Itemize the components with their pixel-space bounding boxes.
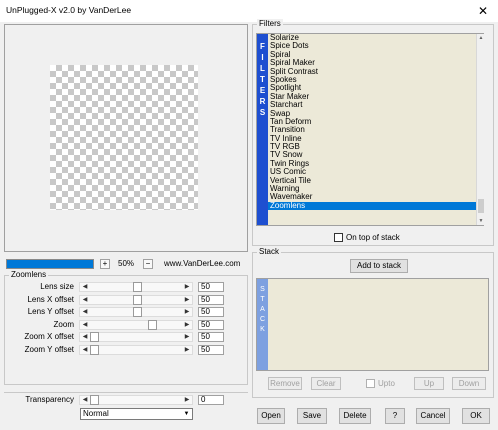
ok-button[interactable]: OK bbox=[462, 408, 490, 424]
filter-list-item[interactable]: Starchart bbox=[268, 100, 476, 109]
stack-side-label: STACK bbox=[257, 279, 268, 370]
clear-button[interactable]: Clear bbox=[311, 377, 341, 390]
param-value[interactable]: 50 bbox=[198, 345, 224, 355]
slider-left-icon[interactable]: ◀ bbox=[80, 396, 90, 404]
param-value[interactable]: 50 bbox=[198, 294, 224, 305]
param-slider[interactable]: ◀ ▶ bbox=[79, 294, 193, 305]
slider-thumb[interactable] bbox=[90, 345, 99, 355]
on-top-label: On top of stack bbox=[346, 233, 400, 242]
divider bbox=[4, 392, 248, 393]
slider-thumb[interactable] bbox=[90, 332, 99, 343]
filter-list-item[interactable]: Spice Dots bbox=[268, 41, 476, 50]
param-label: Zoom Y offset bbox=[24, 345, 74, 354]
delete-button[interactable]: Delete bbox=[339, 408, 371, 424]
slider-left-icon[interactable]: ◀ bbox=[80, 296, 90, 304]
zoom-in-button[interactable]: + bbox=[100, 259, 110, 269]
filters-side-letter: I bbox=[261, 53, 264, 62]
zoom-out-button[interactable]: − bbox=[143, 259, 153, 269]
transparency-label: Transparency bbox=[25, 395, 74, 404]
stack-side-letter: T bbox=[260, 296, 265, 303]
upto-checkbox[interactable] bbox=[366, 379, 375, 388]
filter-list-item[interactable]: Zoomlens bbox=[268, 201, 476, 211]
param-label: Lens X offset bbox=[27, 294, 74, 304]
filters-side-letter: E bbox=[259, 86, 266, 95]
slider-left-icon[interactable]: ◀ bbox=[80, 321, 90, 329]
slider-right-icon[interactable]: ▶ bbox=[182, 283, 192, 291]
filters-side-letter: R bbox=[259, 97, 266, 106]
slider-thumb[interactable] bbox=[132, 307, 142, 318]
slider-right-icon[interactable]: ▶ bbox=[182, 296, 192, 304]
slider-left-icon[interactable]: ◀ bbox=[80, 283, 90, 291]
filters-group-label: Filters bbox=[257, 19, 283, 29]
filter-list[interactable]: Solarize Spice Dots Spiral Spiral Maker Spli… bbox=[268, 34, 476, 225]
param-label: Zoom X offset bbox=[24, 332, 74, 342]
close-icon[interactable]: ✕ bbox=[468, 0, 498, 22]
param-slider[interactable]: ◀ ▶ bbox=[79, 332, 193, 343]
scroll-down-icon[interactable]: ▼ bbox=[477, 217, 485, 225]
website-link[interactable]: www.VanDerLee.com bbox=[164, 259, 240, 269]
param-label: Zoom bbox=[53, 319, 74, 329]
stack-list[interactable] bbox=[256, 278, 489, 371]
stack-side-letter: K bbox=[260, 326, 265, 333]
stack-group-label: Stack bbox=[257, 247, 282, 257]
param-slider[interactable]: ◀ ▶ bbox=[79, 307, 193, 318]
filters-side-letter: S bbox=[259, 108, 266, 117]
zoomlens-group-label: Zoomlens bbox=[9, 270, 49, 280]
param-slider[interactable]: ◀ ▶ bbox=[79, 345, 193, 355]
param-value[interactable]: 50 bbox=[198, 307, 224, 318]
stack-side-letter: C bbox=[259, 316, 266, 323]
filters-side-letter: L bbox=[260, 64, 265, 73]
slider-left-icon[interactable]: ◀ bbox=[80, 346, 90, 354]
slider-thumb[interactable] bbox=[132, 294, 142, 305]
filter-list-item[interactable]: Split Contrast bbox=[268, 67, 476, 76]
param-value[interactable]: 50 bbox=[198, 282, 224, 292]
blend-mode-select[interactable]: Normal ▼ bbox=[80, 408, 193, 420]
param-slider[interactable]: ◀ ▶ bbox=[79, 319, 193, 330]
preview-image[interactable] bbox=[50, 65, 198, 210]
chevron-down-icon[interactable]: ▼ bbox=[182, 410, 191, 418]
zoom-value: 50% bbox=[118, 259, 135, 268]
param-value[interactable]: 50 bbox=[198, 332, 224, 343]
cancel-button[interactable]: Cancel bbox=[416, 408, 450, 424]
stack-side-letter: A bbox=[260, 306, 265, 313]
title-bar: UnPlugged-X v2.0 by VanDerLee ✕ bbox=[0, 0, 498, 22]
param-label: Lens size bbox=[40, 282, 74, 291]
save-button[interactable]: Save bbox=[297, 408, 327, 424]
slider-right-icon[interactable]: ▶ bbox=[182, 308, 192, 316]
slider-thumb[interactable] bbox=[90, 395, 99, 405]
scroll-up-icon[interactable]: ▲ bbox=[477, 34, 485, 42]
blend-mode-value: Normal bbox=[83, 409, 109, 418]
on-top-checkbox[interactable] bbox=[334, 233, 343, 242]
param-value[interactable]: 50 bbox=[198, 319, 224, 330]
zoom-progress-bar bbox=[6, 259, 94, 269]
param-slider[interactable]: ◀ ▶ bbox=[79, 282, 193, 292]
open-button[interactable]: Open bbox=[257, 408, 285, 424]
up-button[interactable]: Up bbox=[414, 377, 444, 390]
stack-side-letter: S bbox=[260, 286, 265, 293]
transparency-slider[interactable]: ◀ ▶ bbox=[79, 395, 193, 405]
filters-side-letter: F bbox=[260, 42, 265, 51]
slider-right-icon[interactable]: ▶ bbox=[182, 333, 192, 341]
transparency-value[interactable]: 0 bbox=[198, 395, 224, 405]
add-to-stack-button[interactable]: Add to stack bbox=[350, 259, 408, 273]
help-button[interactable]: ? bbox=[385, 408, 405, 424]
param-label: Lens Y offset bbox=[27, 307, 74, 317]
slider-thumb[interactable] bbox=[132, 282, 142, 292]
filters-side-letter: T bbox=[260, 75, 265, 84]
slider-left-icon[interactable]: ◀ bbox=[80, 308, 90, 316]
filter-scrollbar[interactable]: ▲ ▼ bbox=[476, 34, 484, 225]
upto-label: Upto bbox=[378, 379, 395, 388]
slider-right-icon[interactable]: ▶ bbox=[182, 346, 192, 354]
slider-right-icon[interactable]: ▶ bbox=[182, 321, 192, 329]
zoom-progress-fill bbox=[7, 260, 93, 268]
remove-button[interactable]: Remove bbox=[268, 377, 302, 390]
slider-right-icon[interactable]: ▶ bbox=[182, 396, 192, 404]
down-button[interactable]: Down bbox=[452, 377, 486, 390]
slider-thumb[interactable] bbox=[147, 319, 157, 330]
scroll-thumb[interactable] bbox=[478, 199, 484, 213]
filters-side-label: FILTERS bbox=[257, 34, 268, 225]
slider-left-icon[interactable]: ◀ bbox=[80, 333, 90, 341]
window-title: UnPlugged-X v2.0 by VanDerLee bbox=[6, 5, 132, 15]
